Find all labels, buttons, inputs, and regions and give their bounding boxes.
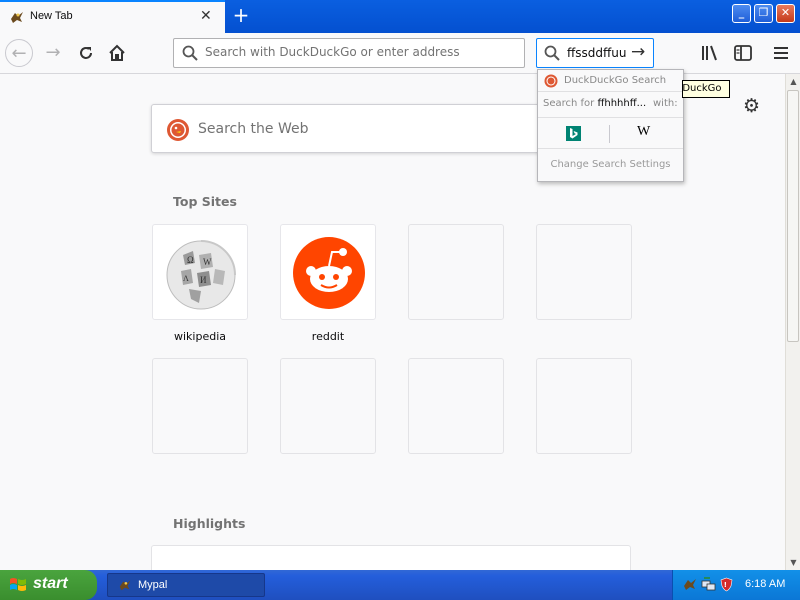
one-off-engines: W xyxy=(538,117,683,149)
taskbar-item-mypal[interactable]: Mypal xyxy=(107,573,265,597)
search-suggestions-popup: DuckDuckGo Search Search for ffhhhhff...… xyxy=(537,69,684,182)
duckduckgo-logo-icon xyxy=(167,119,189,141)
gear-icon[interactable]: ⚙ xyxy=(743,95,760,117)
forward-button[interactable]: → xyxy=(39,39,67,67)
web-search-input[interactable]: Search the Web xyxy=(198,121,309,137)
search-input[interactable]: ffssddffuu xyxy=(567,46,626,60)
svg-text:И: И xyxy=(200,275,207,285)
search-for-query: ffhhhhff... xyxy=(597,98,647,109)
top-site-tile-empty[interactable] xyxy=(408,224,504,320)
reload-icon xyxy=(80,47,92,59)
scroll-up-arrow-icon[interactable]: ▲ xyxy=(786,74,800,89)
top-site-tile-wikipedia[interactable]: Ω W Λ И xyxy=(152,224,248,320)
search-bar[interactable]: ffssddffuu → xyxy=(536,38,654,68)
mypal-bird-icon xyxy=(119,580,131,591)
system-tray: ! 6:18 AM xyxy=(672,570,800,600)
top-site-tile-empty[interactable] xyxy=(536,358,632,454)
change-search-settings-button[interactable]: Change Search Settings xyxy=(538,159,683,170)
tooltip-text: DuckDuckGo xyxy=(682,83,722,94)
popup-engine-header: DuckDuckGo Search xyxy=(538,70,683,92)
url-bar[interactable]: Search with DuckDuckGo or enter address xyxy=(173,38,525,68)
minimize-icon[interactable]: _ xyxy=(732,4,751,23)
scrollbar-thumb[interactable] xyxy=(787,90,799,342)
tab-title: New Tab xyxy=(30,10,73,22)
svg-text:Ω: Ω xyxy=(187,255,194,265)
title-bar: New Tab ✕ + _ ❐ ✕ xyxy=(0,0,800,33)
top-sites-title: Top Sites xyxy=(173,194,237,209)
sidebar-icon[interactable] xyxy=(733,43,753,63)
search-icon xyxy=(544,45,560,61)
restore-icon[interactable]: ❐ xyxy=(754,4,773,23)
start-label: start xyxy=(33,575,68,592)
wikipedia-icon[interactable]: W xyxy=(637,124,650,140)
tile-label-wikipedia: wikipedia xyxy=(173,330,226,343)
bing-icon[interactable] xyxy=(566,126,581,141)
mypal-tray-icon[interactable] xyxy=(683,577,698,592)
tooltip: DuckDuckGo xyxy=(682,80,730,98)
url-input[interactable]: Search with DuckDuckGo or enter address xyxy=(205,45,460,59)
tab-new-tab[interactable]: New Tab ✕ xyxy=(0,0,225,33)
windows-flag-icon xyxy=(10,578,26,591)
vertical-scrollbar[interactable]: ▲ ▼ xyxy=(785,74,800,570)
reddit-icon xyxy=(293,237,365,309)
svg-text:W: W xyxy=(203,257,212,267)
duckduckgo-icon xyxy=(544,74,558,88)
search-for-label: Search for xyxy=(543,98,595,109)
start-button[interactable]: start xyxy=(0,570,97,600)
tile-label-reddit: reddit xyxy=(311,330,345,343)
search-for-row: Search for ffhhhhff... xyxy=(543,98,646,109)
taskbar: start Mypal ! 6:18 AM xyxy=(0,570,800,600)
svg-text:Λ: Λ xyxy=(183,274,189,283)
back-button[interactable]: ← xyxy=(5,39,33,67)
library-icon[interactable] xyxy=(700,43,720,63)
engine-divider xyxy=(609,125,610,143)
taskbar-item-label: Mypal xyxy=(138,579,168,591)
reload-button[interactable] xyxy=(72,39,100,67)
home-button[interactable] xyxy=(103,39,131,67)
window-close-icon[interactable]: ✕ xyxy=(776,4,795,23)
popup-engine-label: DuckDuckGo Search xyxy=(564,75,667,86)
go-arrow-icon[interactable]: → xyxy=(631,42,645,62)
close-icon[interactable]: ✕ xyxy=(200,8,212,24)
with-label: with: xyxy=(653,98,678,109)
security-shield-icon[interactable]: ! xyxy=(719,577,734,592)
scroll-down-arrow-icon[interactable]: ▼ xyxy=(786,555,800,570)
highlights-title: Highlights xyxy=(173,516,246,531)
top-site-tile-empty[interactable] xyxy=(536,224,632,320)
top-site-tile-reddit[interactable] xyxy=(280,224,376,320)
nav-toolbar: ← → Search with DuckDuckGo or enter addr… xyxy=(0,33,800,74)
search-icon xyxy=(182,45,198,61)
top-site-tile-empty[interactable] xyxy=(408,358,504,454)
hamburger-menu-icon[interactable] xyxy=(771,43,791,63)
network-icon[interactable] xyxy=(701,577,716,592)
svg-text:!: ! xyxy=(724,581,727,589)
new-tab-button[interactable]: + xyxy=(231,3,251,27)
top-site-tile-empty[interactable] xyxy=(152,358,248,454)
mypal-bird-icon xyxy=(11,12,23,23)
clock: 6:18 AM xyxy=(745,578,786,590)
home-icon xyxy=(109,44,125,61)
top-site-tile-empty[interactable] xyxy=(280,358,376,454)
wikipedia-globe-icon: Ω W Λ И xyxy=(166,240,236,310)
